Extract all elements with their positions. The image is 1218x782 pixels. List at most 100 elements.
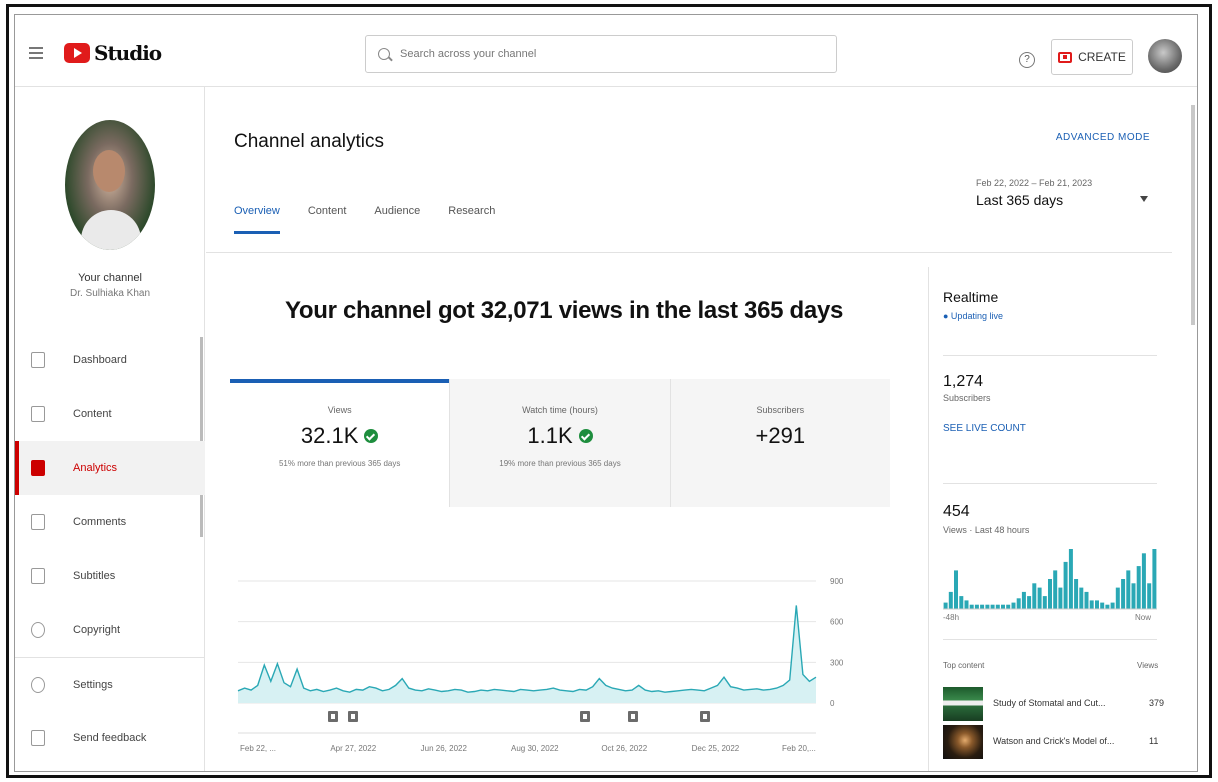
analytics-tabs: Overview Content Audience Research: [234, 205, 523, 234]
search-bar[interactable]: Search across your channel: [365, 35, 837, 73]
realtime-bar: [1016, 598, 1021, 609]
search-input[interactable]: Search across your channel: [400, 48, 536, 60]
top-content-item[interactable]: Watson and Crick's Model of... 11: [943, 725, 1163, 759]
realtime-views: 454: [943, 503, 970, 520]
sidebar-item-label: Dashboard: [73, 354, 127, 366]
tab-content[interactable]: Content: [308, 205, 347, 234]
see-live-count-link[interactable]: SEE LIVE COUNT: [943, 423, 1026, 434]
tab-audience[interactable]: Audience: [374, 205, 420, 234]
x-tick-label: Jun 26, 2022: [421, 744, 468, 753]
metric-card-subscribers[interactable]: Subscribers +291: [669, 379, 890, 507]
views-line-chart[interactable]: 900 600 300 0 Feb 22, ... Apr 27, 2022 Jun 26,…: [230, 555, 860, 770]
metric-value: 1.1K: [450, 423, 669, 449]
check-circle-icon: [364, 429, 379, 443]
realtime-bar: [995, 604, 1000, 609]
sidebar-item-label: Settings: [73, 678, 113, 691]
realtime-bar: [1141, 553, 1146, 609]
metric-cards: Views 32.1K 51% more than previous 365 d…: [230, 379, 890, 507]
studio-logo[interactable]: Studio: [64, 41, 162, 65]
divider: [943, 355, 1157, 356]
realtime-bar: [964, 600, 969, 609]
sidebar-item-dashboard[interactable]: Dashboard: [15, 333, 205, 387]
sidebar-item-settings[interactable]: Settings: [15, 657, 205, 711]
metric-card-views[interactable]: Views 32.1K 51% more than previous 365 d…: [230, 379, 450, 507]
channel-name: Dr. Sulhiaka Khan: [69, 288, 151, 299]
page-title: Channel analytics: [234, 131, 384, 152]
realtime-bar: [1131, 583, 1136, 609]
marker-inner: [631, 714, 635, 719]
y-tick-label: 600: [830, 618, 844, 627]
metric-card-watch-time[interactable]: Watch time (hours) 1.1K 19% more than pr…: [449, 379, 669, 507]
metric-comparison: 19% more than previous 365 days: [499, 459, 621, 468]
date-range-picker[interactable]: Feb 22, 2022 – Feb 21, 2023 Last 365 day…: [976, 178, 1092, 208]
divider: [943, 483, 1157, 484]
top-content-views-header: Views: [1137, 661, 1159, 670]
sidebar-item-analytics[interactable]: Analytics: [15, 441, 205, 495]
y-tick-label: 300: [830, 658, 844, 667]
top-content-item[interactable]: Study of Stomatal and Cut... 379: [943, 687, 1164, 721]
realtime-bar: [948, 591, 953, 609]
realtime-bar: [1110, 602, 1115, 609]
realtime-bar: [1121, 579, 1126, 609]
views-series-line: [237, 605, 817, 693]
realtime-bar: [1126, 570, 1131, 609]
realtime-title: Realtime: [943, 289, 999, 305]
realtime-bar: [959, 596, 964, 609]
sidebar-item-subtitles[interactable]: Subtitles: [15, 549, 205, 603]
channel-avatar[interactable]: [65, 120, 155, 250]
bar-axis-start: -48h: [943, 613, 960, 622]
y-tick-label: 900: [830, 577, 844, 586]
advanced-mode-button[interactable]: ADVANCED MODE: [1056, 132, 1150, 143]
dashboard-icon: [31, 352, 45, 368]
metric-label: Subscribers: [756, 405, 805, 415]
realtime-bar: [1063, 561, 1068, 609]
youtube-logo-icon: [64, 43, 90, 63]
metric-label: Views: [327, 405, 352, 415]
realtime-bar: [1042, 596, 1047, 609]
top-bar: Studio Search across your channel ? CREA…: [15, 15, 1197, 87]
realtime-bar: [985, 604, 990, 609]
analytics-icon: [31, 460, 45, 476]
your-channel-label: Your channel: [78, 272, 142, 284]
account-avatar[interactable]: [1148, 39, 1182, 73]
x-tick-label: Dec 25, 2022: [692, 744, 740, 753]
dropdown-arrow-icon[interactable]: [1140, 196, 1148, 202]
x-tick-label: Apr 27, 2022: [330, 744, 376, 753]
tabs-divider: [206, 252, 1172, 253]
realtime-bar: [1058, 587, 1063, 609]
realtime-bar: [1100, 602, 1105, 609]
x-tick-label: Feb 22, ...: [240, 744, 276, 753]
realtime-bar: [1074, 579, 1079, 609]
metric-value: 32.1K: [230, 423, 449, 449]
realtime-bar: [1084, 591, 1089, 609]
sidebar-item-content[interactable]: Content: [15, 387, 205, 441]
subtitles-icon: [31, 568, 45, 584]
realtime-bar: [1006, 604, 1011, 609]
top-content-label: Top content: [943, 661, 985, 670]
realtime-bar: [1053, 570, 1058, 609]
realtime-bar: [1048, 579, 1052, 609]
video-title: Watson and Crick's Model of...: [993, 736, 1115, 746]
realtime-bar: [1021, 591, 1026, 609]
y-tick-label: 0: [830, 699, 835, 708]
x-tick-label: Oct 26, 2022: [601, 744, 647, 753]
check-circle-icon: [578, 429, 593, 443]
realtime-bar: [1011, 602, 1016, 609]
create-button[interactable]: CREATE: [1051, 39, 1133, 75]
tab-overview[interactable]: Overview: [234, 205, 280, 234]
sidebar-item-comments[interactable]: Comments: [15, 495, 205, 549]
main-scrollbar[interactable]: [1191, 105, 1195, 325]
realtime-subscribers: 1,274: [943, 373, 984, 390]
updating-live-label: ● Updating live: [943, 311, 1003, 321]
tab-research[interactable]: Research: [448, 205, 495, 234]
realtime-bar: [1152, 549, 1157, 609]
x-tick-label: Feb 20,...: [782, 744, 816, 753]
realtime-bar: [1079, 587, 1084, 609]
views-48h-label: Views · Last 48 hours: [943, 525, 1030, 535]
menu-icon[interactable]: [29, 47, 43, 62]
help-icon[interactable]: ?: [1019, 52, 1035, 68]
sidebar-item-copyright[interactable]: Copyright: [15, 603, 205, 657]
sidebar-item-label: Copyright: [73, 624, 121, 636]
sidebar-item-send-feedback[interactable]: Send feedback: [15, 711, 205, 765]
realtime-bar-chart[interactable]: [943, 543, 1157, 611]
